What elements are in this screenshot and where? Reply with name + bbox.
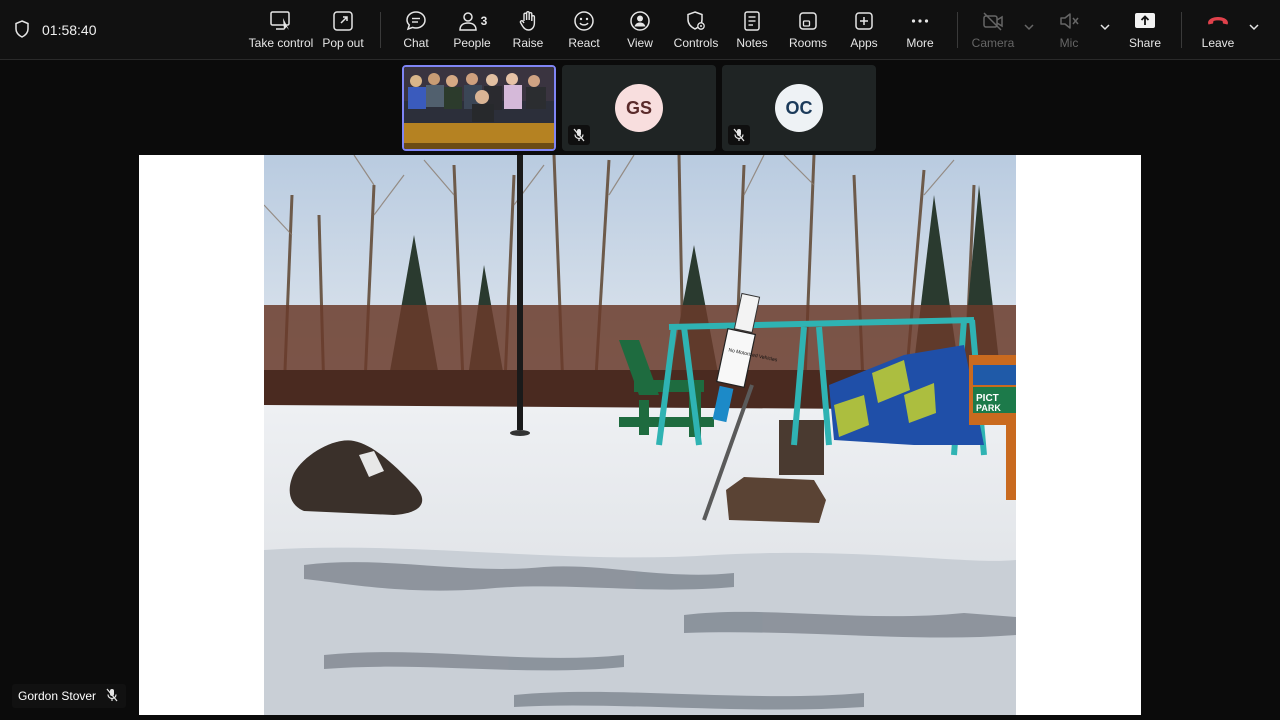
- rooms-icon: [797, 8, 819, 34]
- park-sign-line2: PARK: [976, 403, 1001, 413]
- rooms-label: Rooms: [788, 36, 827, 50]
- leave-label: Leave: [1201, 36, 1235, 50]
- mic-off-icon: [1058, 8, 1080, 34]
- room-video-feed: [404, 67, 554, 149]
- smiley-icon: [573, 8, 595, 34]
- people-count: 3: [480, 14, 488, 28]
- pop-out-button[interactable]: Pop out: [308, 8, 378, 54]
- avatar-gs: GS: [615, 84, 663, 132]
- ellipsis-icon: [909, 8, 931, 34]
- take-control-label: Take control: [248, 36, 314, 50]
- meeting-timer: 01:58:40: [14, 0, 97, 60]
- take-control-icon: [269, 8, 293, 34]
- plus-icon: [853, 8, 875, 34]
- park-photo: PICT PARK No Motorized Vehicles: [264, 155, 1016, 715]
- hang-up-icon: [1205, 8, 1231, 34]
- view-label: View: [627, 36, 653, 50]
- toolbar-divider: [1181, 12, 1182, 48]
- chat-label: Chat: [403, 36, 429, 50]
- people-label: People: [453, 36, 491, 50]
- camera-off-icon: [981, 8, 1005, 34]
- mic-label: Mic: [1059, 36, 1079, 50]
- shared-screen: PICT PARK No Motorized Vehicles: [139, 155, 1141, 715]
- shield-icon: [14, 19, 30, 41]
- timer-text: 01:58:40: [42, 22, 97, 38]
- apps-label: Apps: [850, 36, 878, 50]
- raise-label: Raise: [512, 36, 544, 50]
- hand-icon: [517, 8, 539, 34]
- take-control-button[interactable]: Take control: [246, 8, 316, 54]
- pop-out-label: Pop out: [322, 36, 364, 50]
- notes-icon: [741, 8, 763, 34]
- share-button[interactable]: Share: [1110, 8, 1180, 54]
- people-icon: 3: [457, 8, 488, 34]
- participant-tile-oc[interactable]: OC: [722, 65, 876, 151]
- rock-bench: [726, 477, 826, 523]
- controls-label: Controls: [673, 36, 719, 50]
- pop-out-icon: [332, 8, 354, 34]
- participant-tile-room-video[interactable]: [402, 65, 556, 151]
- mic-button[interactable]: Mic: [1034, 8, 1104, 54]
- leave-button[interactable]: Leave: [1183, 8, 1253, 54]
- react-label: React: [568, 36, 600, 50]
- view-icon: [629, 8, 651, 34]
- share-icon: [1133, 8, 1157, 34]
- council-desk: [404, 123, 554, 145]
- lamp-post: [517, 155, 523, 430]
- meeting-toolbar: 01:58:40 Take control Pop out Chat 3 Peo…: [0, 0, 1280, 60]
- presenter-name: Gordon Stover: [18, 689, 97, 703]
- presenter-name-badge: Gordon Stover: [12, 684, 127, 708]
- mic-muted-icon: [568, 125, 590, 145]
- chat-icon: [405, 8, 427, 34]
- camera-button[interactable]: Camera: [958, 8, 1028, 54]
- camera-label: Camera: [971, 36, 1015, 50]
- mic-muted-icon: [728, 125, 750, 145]
- leave-options-chevron-icon[interactable]: [1247, 20, 1261, 34]
- share-label: Share: [1128, 36, 1162, 50]
- controls-shield-icon: [685, 8, 707, 34]
- more-button[interactable]: More: [885, 8, 955, 54]
- mic-muted-icon: [106, 688, 118, 705]
- avatar-oc: OC: [775, 84, 823, 132]
- participant-tile-gs[interactable]: GS: [562, 65, 716, 151]
- notes-label: Notes: [736, 36, 768, 50]
- more-label: More: [906, 36, 934, 50]
